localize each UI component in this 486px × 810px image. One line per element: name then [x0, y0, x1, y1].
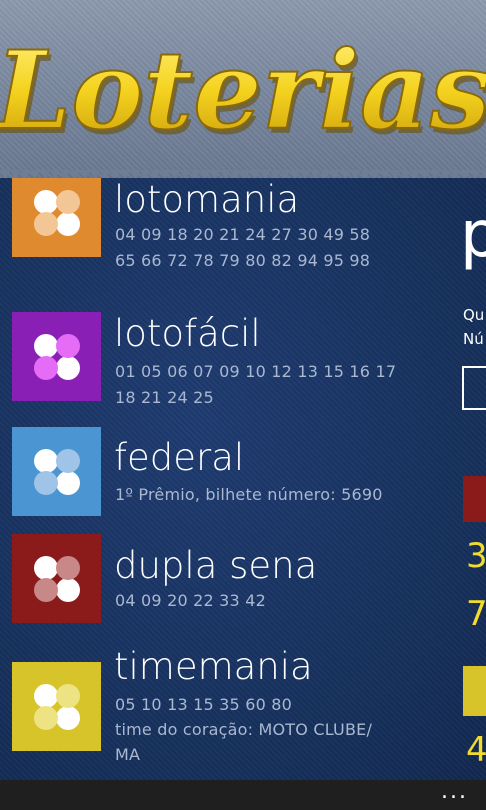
next-panel-number-2: 7 — [466, 594, 486, 634]
next-panel-tile-red[interactable] — [463, 476, 486, 522]
lottery-name: timemania — [114, 645, 313, 688]
lottery-numbers-line1: 04 09 18 20 21 24 27 30 49 58 — [115, 225, 371, 244]
page-title: Loterias — [0, 28, 486, 154]
next-panel-number-1: 3 — [466, 536, 486, 576]
timemania-tile[interactable] — [12, 662, 101, 751]
lottery-numbers-line1: 04 09 20 22 33 42 — [115, 591, 266, 610]
lottery-name: dupla sena — [114, 544, 318, 587]
team-line1: time do coração: MOTO CLUBE/ — [115, 720, 373, 739]
lottery-name: lotomania — [114, 178, 300, 221]
next-panel-text-2: Nú — [463, 330, 484, 348]
lottery-name: lotofácil — [114, 312, 261, 355]
team-line2: MA — [115, 745, 141, 764]
lottery-numbers-line1: 01 05 06 07 09 10 12 13 15 16 17 — [115, 362, 397, 381]
app-bar: ... — [0, 780, 486, 810]
next-panel-tile-yellow[interactable] — [463, 666, 486, 716]
next-panel-text-1: Qu — [463, 306, 485, 324]
lottery-numbers-line1: 05 10 13 15 35 60 80 — [115, 695, 293, 714]
lotofacil-tile[interactable] — [12, 312, 101, 401]
clover-icon — [33, 333, 80, 380]
loterias-logo: Loterias Loterias — [0, 27, 486, 159]
clover-icon — [33, 555, 80, 602]
header-banner: Loterias Loterias — [0, 0, 486, 178]
lotomania-tile[interactable] — [12, 178, 101, 257]
federal-tile[interactable] — [12, 427, 101, 516]
lottery-numbers-line2: 18 21 24 25 — [115, 388, 214, 407]
next-panel-heading[interactable]: p — [460, 200, 486, 270]
lottery-name: federal — [114, 436, 245, 479]
more-options-button[interactable]: ... — [441, 780, 468, 810]
clover-icon — [33, 448, 80, 495]
next-panel-input[interactable] — [462, 366, 486, 410]
clover-icon — [33, 189, 80, 236]
lottery-numbers-line2: 65 66 72 78 79 80 82 94 95 98 — [115, 251, 371, 270]
lottery-numbers-line1: 1º Prêmio, bilhete número: 5690 — [115, 485, 383, 504]
lottery-results-panel[interactable]: lotomania 04 09 18 20 21 24 27 30 49 58 … — [0, 178, 486, 780]
next-panel-number-3: 4 — [466, 730, 486, 770]
dupla-sena-tile[interactable] — [12, 534, 101, 623]
clover-icon — [33, 683, 80, 730]
